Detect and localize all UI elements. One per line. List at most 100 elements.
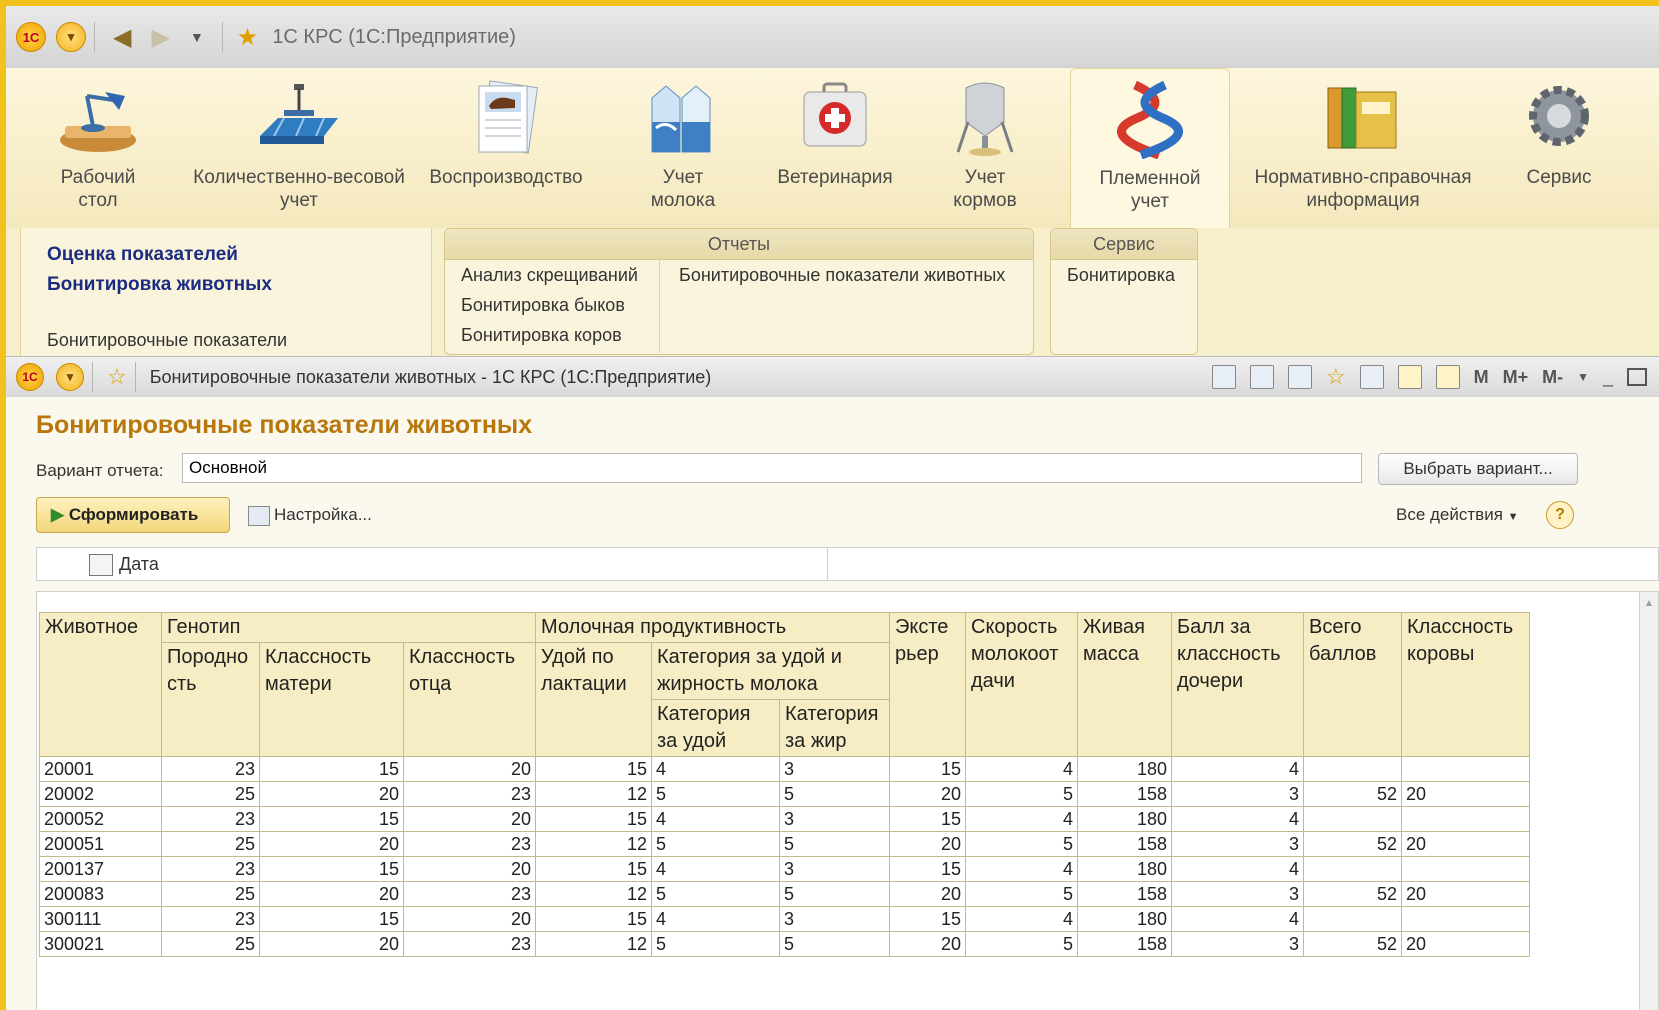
1c-logo-icon[interactable]: 1С [16,22,46,52]
memory-minus-button[interactable]: M- [1542,367,1563,388]
table-cell: 5 [651,781,780,807]
table-cell: 4 [1171,906,1304,932]
service-group: Сервис Бонитировка [1050,228,1198,355]
table-cell: 200083 [39,881,162,907]
favorites-star-icon[interactable]: ☆ [107,364,127,390]
section-service[interactable]: Сервис [1504,78,1614,189]
table-cell: 5 [965,781,1078,807]
calculator-icon[interactable] [1397,365,1422,389]
print-icon[interactable] [1249,365,1274,389]
reports-group: Отчеты Анализ скрещиваний Бонитировка бы… [444,228,1034,355]
memory-button[interactable]: M [1474,367,1489,388]
maximize-icon[interactable] [1627,368,1647,386]
date-filter-cell[interactable]: Дата [37,548,828,580]
section-milk[interactable]: Учет молока [628,78,738,212]
table-cell: 15 [259,806,404,832]
preview-icon[interactable] [1287,365,1312,389]
1c-logo-icon[interactable]: 1С [16,363,44,391]
table-cell: 200137 [39,856,162,882]
bookmark-icon[interactable] [1359,365,1384,389]
header-milking-speed: Скорость молокоот дачи [965,612,1078,757]
section-feed[interactable]: Учет кормов [930,78,1040,212]
section-desktop[interactable]: Рабочий стол [48,78,148,212]
nav-item-grading-indicators[interactable]: Бонитировочные показатели [47,330,287,351]
header-cow-class: Классность коровы [1401,612,1530,757]
table-cell: 4 [965,856,1078,882]
calendar-icon [89,554,113,576]
scroll-up-icon[interactable]: ▲ [1640,598,1658,609]
table-cell: 20 [403,856,536,882]
sections-panel: Рабочий стол Количественно-весовой учет … [6,68,1659,229]
section-label: Воспроизводство [429,167,583,188]
table-cell: 5 [779,831,890,857]
header-breed: Породно сть [161,642,260,757]
minimize-icon[interactable]: _ [1603,367,1613,388]
section-weight-accounting[interactable]: Количественно-весовой учет [192,78,406,212]
table-cell: 23 [161,856,260,882]
section-reproduction[interactable]: Воспроизводство [426,78,586,189]
nav-link-animal-grading[interactable]: Бонитировка животных [47,274,272,296]
vertical-scrollbar[interactable]: ▲ [1639,592,1658,1010]
chevron-down-icon[interactable]: ▼ [1577,370,1589,384]
window-menu-icon[interactable]: ▾ [56,363,84,391]
table-cell: 15 [535,856,652,882]
header-father-class: Классность отца [403,642,536,757]
favorites-star-icon[interactable]: ★ [237,23,259,52]
table-cell: 4 [651,906,780,932]
section-veterinary[interactable]: Ветеринария [770,78,900,189]
table-cell: 3 [779,856,890,882]
all-actions-label: Все действия [1396,505,1503,524]
report-cow-grading[interactable]: Бонитировка коров [461,325,622,346]
table-cell: 15 [889,856,966,882]
all-actions-menu[interactable]: Все действия ▼ [1396,505,1519,525]
report-grading-indicators[interactable]: Бонитировочные показатели животных [679,265,1005,286]
header-animal: Животное [39,612,162,757]
section-reference-info[interactable]: Нормативно-справочная информация [1248,78,1478,212]
report-crossbreeding-analysis[interactable]: Анализ скрещиваний [461,265,638,286]
section-breeding[interactable]: Племенной учет [1070,68,1230,229]
report-bull-grading[interactable]: Бонитировка быков [461,295,625,316]
table-cell: 5 [965,881,1078,907]
navigation-panel: Оценка показателей Бонитировка животных … [20,228,432,359]
memory-plus-button[interactable]: M+ [1503,367,1529,388]
table-cell: 3 [779,806,890,832]
table-cell: 23 [161,806,260,832]
help-icon[interactable]: ? [1546,501,1574,529]
choose-variant-button[interactable]: Выбрать вариант... [1378,453,1578,485]
header-genotype: Генотип [161,612,536,643]
table-cell: 5 [779,931,890,957]
table-cell: 15 [889,806,966,832]
table-cell: 180 [1077,806,1172,832]
history-dropdown-icon[interactable]: ▼ [190,29,204,45]
calendar-icon[interactable] [1435,365,1460,389]
section-label: Рабочий стол [60,167,136,211]
table-cell: 4 [651,806,780,832]
report-table-body: 20001 23 15 20 15 4 3 15 4 180 4 20002 25 20 23 12 5 5 20 5… [39,756,1530,957]
table-cell: 25 [161,931,260,957]
table-row: 200052 23 15 20 15 4 3 15 4 180 4 [39,806,1530,832]
table-cell [1401,856,1530,882]
table-cell: 23 [403,931,536,957]
settings-button[interactable]: Настройка... [248,505,372,526]
main-menu-icon[interactable]: ▾ [56,22,86,52]
table-cell: 5 [651,931,780,957]
forward-arrow-icon[interactable]: ▶ [151,23,169,52]
table-cell: 20 [1401,881,1530,907]
table-cell: 52 [1303,931,1402,957]
table-cell: 180 [1077,906,1172,932]
report-table-area: Животное Генотип Молочная продуктивность… [36,591,1659,1010]
generate-button[interactable]: ▶ Сформировать [36,497,230,533]
date-label: Дата [119,554,159,574]
gear-icon [1514,78,1604,158]
variant-input[interactable] [182,453,1362,483]
table-cell: 180 [1077,756,1172,782]
save-icon[interactable] [1211,365,1236,389]
service-grading[interactable]: Бонитировка [1067,265,1175,286]
table-cell: 25 [161,831,260,857]
section-label: Учет кормов [953,167,1017,211]
scales-icon [254,78,344,158]
add-favorite-icon[interactable]: ☆ [1326,364,1346,390]
table-cell: 3 [1171,781,1304,807]
nav-link-indicators-evaluation[interactable]: Оценка показателей [47,244,238,266]
back-arrow-icon[interactable]: ◀ [113,23,131,52]
